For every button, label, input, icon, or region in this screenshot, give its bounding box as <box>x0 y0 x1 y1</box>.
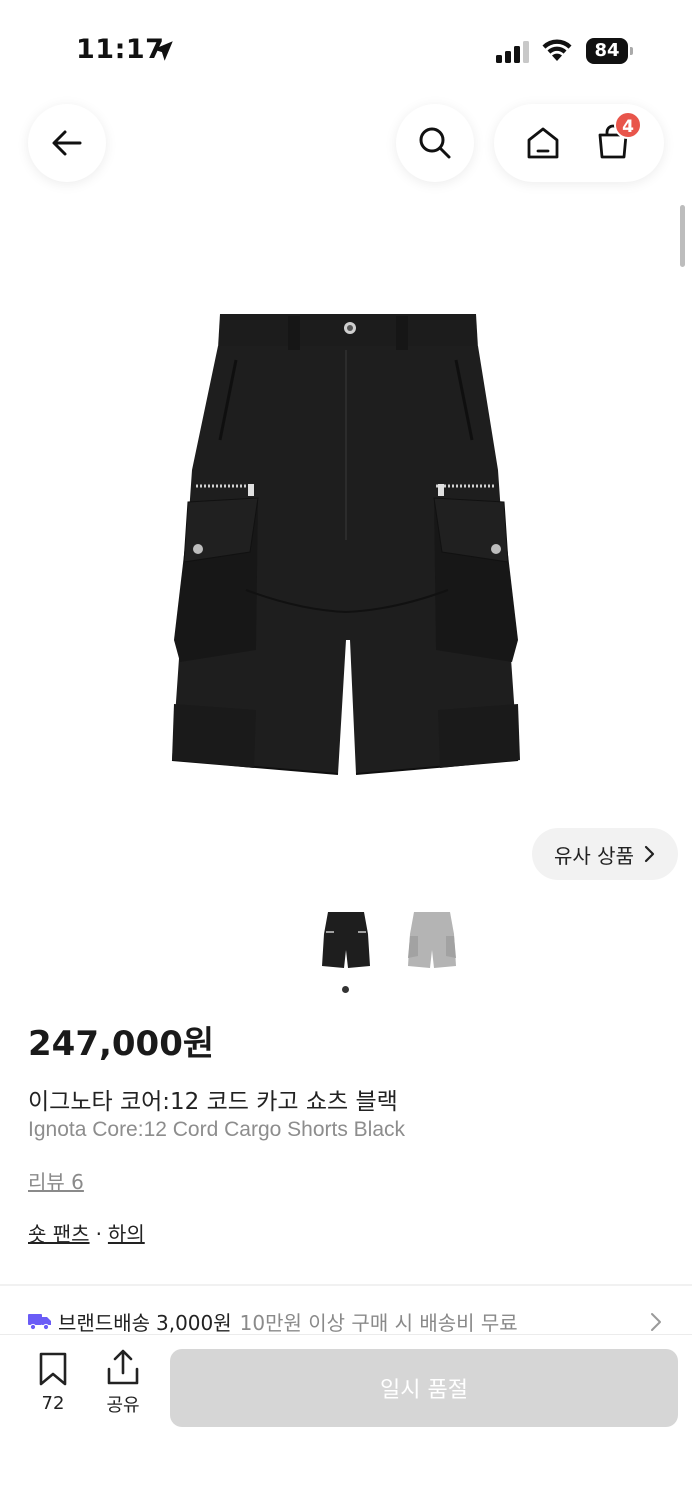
category-link-bottoms[interactable]: 하의 <box>108 1222 145 1246</box>
cellular-signal-icon <box>496 41 529 63</box>
home-icon[interactable] <box>524 124 562 162</box>
bottom-action-bar: 72 공유 일시 품절 <box>0 1334 692 1500</box>
share-button[interactable]: 공유 <box>98 1347 148 1421</box>
product-image[interactable] <box>150 290 542 790</box>
thumbnail-strip <box>318 906 468 976</box>
category-breadcrumb: 숏 팬츠 · 하의 <box>28 1218 145 1247</box>
shipping-info-row[interactable]: 브랜드배송 3,000원 10만원 이상 구매 시 배송비 무료 <box>28 1306 668 1336</box>
search-button[interactable] <box>396 104 474 182</box>
product-name-english: Ignota Core:12 Cord Cargo Shorts Black <box>28 1118 406 1141</box>
wifi-icon <box>542 39 572 61</box>
similar-products-button[interactable]: 유사 상품 <box>532 828 678 880</box>
battery-indicator: 84 <box>586 38 634 64</box>
review-link[interactable]: 리뷰 6 <box>28 1166 84 1195</box>
bookmark-icon <box>39 1352 67 1386</box>
product-name-korean: 이그노타 코어:12 코드 카고 쇼츠 블랙 <box>28 1089 398 1115</box>
section-divider <box>0 1284 692 1286</box>
truck-icon <box>28 1314 51 1331</box>
product-price: 247,000원 <box>28 1024 215 1064</box>
location-arrow-icon <box>153 41 173 61</box>
shipping-label: 브랜드배송 <box>58 1310 150 1335</box>
shipping-note: 10만원 이상 구매 시 배송비 무료 <box>239 1310 518 1335</box>
share-label: 공유 <box>106 1395 140 1416</box>
bookmark-button[interactable]: 72 <box>28 1351 78 1421</box>
cart-count-badge: 4 <box>614 111 642 139</box>
search-icon <box>419 127 451 159</box>
bookmark-count: 72 <box>41 1393 65 1414</box>
thumbnail-black[interactable] <box>318 906 374 972</box>
home-cart-group: 4 <box>494 104 664 182</box>
category-link-short-pants[interactable]: 숏 팬츠 <box>28 1222 90 1246</box>
sold-out-button[interactable]: 일시 품절 <box>170 1349 678 1427</box>
chevron-right-icon <box>644 845 655 863</box>
gallery-page-dot <box>342 986 349 993</box>
back-button[interactable] <box>28 104 106 182</box>
arrow-left-icon <box>52 130 82 156</box>
share-icon <box>107 1349 139 1385</box>
thumbnail-grey[interactable] <box>404 906 460 972</box>
scroll-indicator[interactable] <box>680 205 685 267</box>
category-separator: · <box>95 1222 102 1246</box>
cart-button[interactable]: 4 <box>594 111 642 163</box>
similar-products-label: 유사 상품 <box>554 843 634 868</box>
battery-level: 84 <box>586 38 628 64</box>
battery-tip <box>630 47 633 55</box>
chevron-right-icon <box>651 1313 661 1331</box>
shipping-price: 3,000원 <box>156 1310 232 1335</box>
status-bar: 11:17 84 <box>0 0 692 100</box>
